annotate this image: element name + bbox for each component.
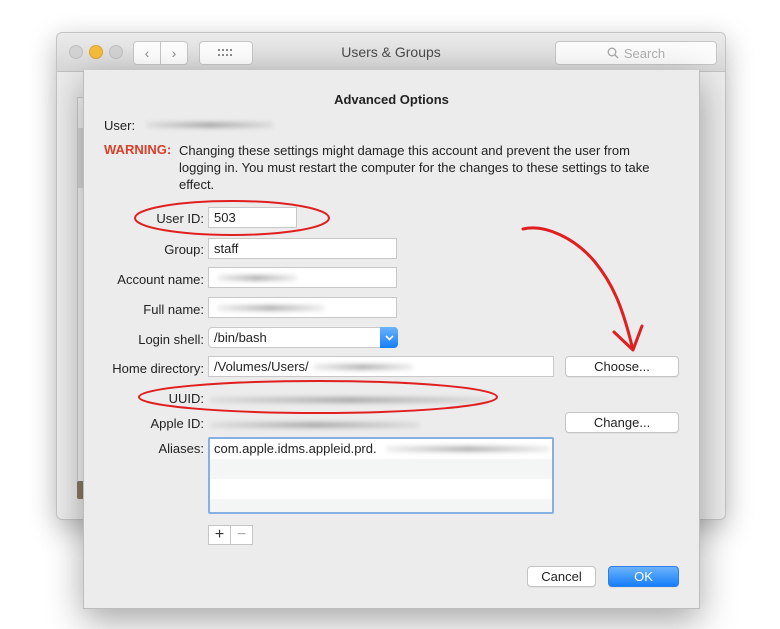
aliases-list[interactable]: com.apple.idms.appleid.prd. (208, 437, 554, 514)
apple-id-label: Apple ID: (150, 416, 204, 431)
add-alias-button[interactable]: + (209, 526, 230, 544)
warning-label: WARNING: (104, 142, 172, 157)
home-directory-value: /Volumes/Users/ (214, 359, 309, 374)
account-name-field[interactable] (208, 267, 397, 288)
redacted-alias (386, 446, 550, 452)
list-item (210, 479, 552, 499)
login-shell-value: /bin/bash (214, 330, 267, 345)
search-field[interactable]: Search (555, 41, 717, 65)
change-button[interactable]: Change... (565, 412, 679, 433)
login-shell-label: Login shell: (138, 332, 204, 347)
search-icon (607, 47, 619, 59)
redacted-uuid (210, 397, 490, 403)
account-name-label: Account name: (117, 272, 204, 287)
user-id-label: User ID: (156, 211, 204, 226)
login-shell-popup[interactable]: /bin/bash (208, 327, 398, 348)
aliases-label: Aliases: (158, 441, 204, 456)
redacted-full-name (217, 305, 325, 311)
chevron-down-icon (380, 327, 398, 348)
ok-button[interactable]: OK (608, 566, 679, 587)
alias-value: com.apple.idms.appleid.prd. (214, 441, 377, 456)
warning-text: Changing these settings might damage thi… (179, 143, 650, 192)
home-directory-label: Home directory: (112, 361, 204, 376)
group-field[interactable]: staff (208, 238, 397, 259)
add-remove-control: + − (208, 525, 253, 545)
remove-alias-button[interactable]: − (230, 526, 252, 544)
redacted-apple-id (210, 422, 420, 428)
user-id-field[interactable]: 503 (208, 207, 297, 228)
sheet-title: Advanced Options (334, 92, 449, 107)
list-item (210, 499, 552, 512)
list-item (210, 459, 552, 479)
titlebar: ‹ › Users & Groups Search (57, 33, 725, 72)
full-name-label: Full name: (143, 302, 204, 317)
user-label: User: (104, 118, 136, 133)
full-name-field[interactable] (208, 297, 397, 318)
list-item[interactable]: com.apple.idms.appleid.prd. (210, 439, 552, 459)
search-placeholder: Search (623, 45, 666, 61)
home-directory-field[interactable]: /Volumes/Users/ (208, 356, 554, 377)
redacted-home-directory (313, 364, 413, 370)
cancel-button[interactable]: Cancel (527, 566, 596, 587)
advanced-options-sheet: Advanced Options User: WARNING: Changing… (83, 70, 700, 609)
uuid-label: UUID: (168, 391, 204, 406)
redacted-account-name (217, 275, 297, 281)
redacted-user-name (146, 122, 274, 128)
choose-button[interactable]: Choose... (565, 356, 679, 377)
group-label: Group: (164, 242, 204, 257)
